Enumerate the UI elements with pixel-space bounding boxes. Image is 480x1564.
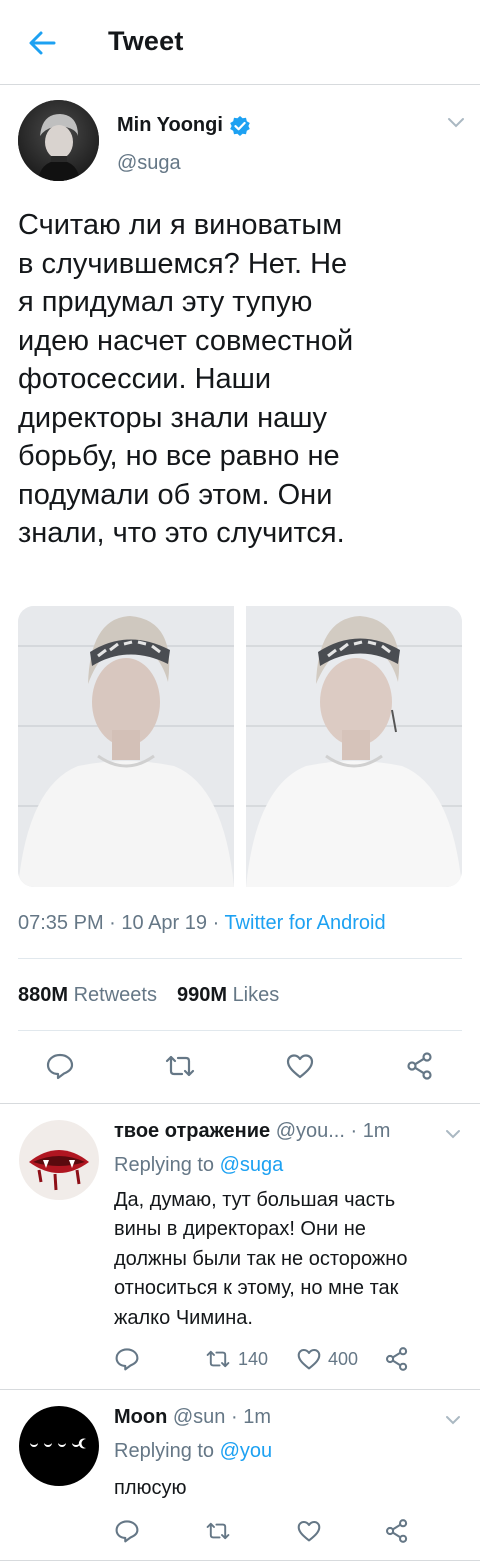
tweet-photo-1[interactable]: [18, 606, 234, 887]
share-button[interactable]: [384, 1514, 410, 1548]
reply-button[interactable]: [40, 1046, 80, 1086]
reply-avatar[interactable]: [19, 1406, 99, 1486]
reply-header: твое отражение @you... · 1m: [114, 1120, 391, 1142]
like-icon: [297, 1348, 321, 1370]
reply-avatar[interactable]: [19, 1120, 99, 1200]
divider: [0, 1560, 480, 1561]
top-app-bar: Tweet: [0, 0, 480, 85]
chevron-down-icon[interactable]: [446, 116, 466, 130]
reply-retweet-count: 140: [238, 1348, 269, 1369]
reply-icon: [115, 1520, 139, 1543]
retweet-count[interactable]: 880M Retweets: [18, 984, 157, 1007]
reply-author-name[interactable]: Moon: [114, 1406, 167, 1428]
like-count[interactable]: 990M Likes: [177, 984, 279, 1007]
retweet-button[interactable]: [204, 1514, 232, 1548]
author-name[interactable]: Min Yoongi: [117, 114, 251, 137]
author-avatar[interactable]: [18, 100, 99, 181]
divider: [18, 1030, 462, 1031]
like-icon: [297, 1520, 321, 1542]
tweet-time: 07:35 PM: [18, 912, 104, 934]
retweet-icon: [206, 1350, 230, 1368]
reply-actions: 140 400: [0, 1342, 480, 1376]
share-button[interactable]: [384, 1342, 410, 1376]
share-button[interactable]: [400, 1046, 440, 1086]
reply-author-handle[interactable]: @you...: [276, 1120, 345, 1142]
verified-badge-icon: [230, 115, 250, 136]
reply-header: Moon @sun · 1m: [114, 1406, 272, 1428]
retweet-button[interactable]: [160, 1046, 200, 1086]
replying-to-handle[interactable]: @suga: [220, 1154, 284, 1176]
replying-to: Replying to @you: [114, 1440, 273, 1462]
like-button[interactable]: [296, 1514, 322, 1548]
like-icon: [286, 1054, 314, 1079]
reply-actions: [0, 1514, 480, 1548]
back-button[interactable]: [22, 26, 62, 60]
reply-author-handle[interactable]: @sun: [173, 1406, 226, 1428]
retweet-icon: [165, 1055, 195, 1077]
reply-author-name[interactable]: твое отражение: [114, 1120, 270, 1142]
author-handle[interactable]: @suga: [117, 152, 181, 175]
chevron-down-icon[interactable]: [444, 1128, 462, 1140]
tweet-client-link[interactable]: Twitter for Android: [224, 912, 385, 934]
tweet-text: Считаю ли я виноватым в случившемся? Нет…: [18, 209, 354, 549]
reply-text: плюсую: [114, 1477, 187, 1499]
tweet-date: 10 Apr 19: [121, 912, 208, 934]
tweet-metadata: 07:35 PM · 10 Apr 19 · Twitter for Andro…: [18, 912, 386, 934]
reply-button[interactable]: [114, 1514, 140, 1548]
share-icon: [385, 1519, 408, 1543]
retweet-button[interactable]: 140: [204, 1342, 268, 1376]
tweet-media[interactable]: [18, 606, 462, 887]
reply-icon: [115, 1348, 139, 1371]
like-button[interactable]: 400: [296, 1342, 358, 1376]
tweet-photo-2[interactable]: [246, 606, 462, 887]
replying-to-handle[interactable]: @you: [220, 1440, 273, 1462]
replying-to: Replying to @suga: [114, 1154, 284, 1176]
reply-time: 1m: [362, 1120, 391, 1142]
like-button[interactable]: [280, 1046, 320, 1086]
reply-icon: [46, 1053, 74, 1080]
reply-button[interactable]: [114, 1342, 140, 1376]
back-arrow-icon: [29, 31, 56, 55]
reply-like-count: 400: [328, 1348, 359, 1369]
share-icon: [407, 1052, 432, 1080]
divider: [18, 958, 462, 959]
chevron-down-icon[interactable]: [444, 1414, 462, 1426]
divider: [0, 1389, 480, 1390]
retweet-icon: [206, 1522, 230, 1540]
page-title: Tweet: [108, 26, 184, 56]
divider: [0, 1103, 480, 1104]
tweet-actions: [0, 1046, 480, 1090]
tweet-stats: 880M Retweets 990M Likes: [18, 984, 279, 1007]
share-icon: [385, 1347, 408, 1371]
reply-time: 1m: [243, 1406, 272, 1428]
reply-text: Да, думаю, тут большая часть вины в дире…: [114, 1189, 408, 1329]
